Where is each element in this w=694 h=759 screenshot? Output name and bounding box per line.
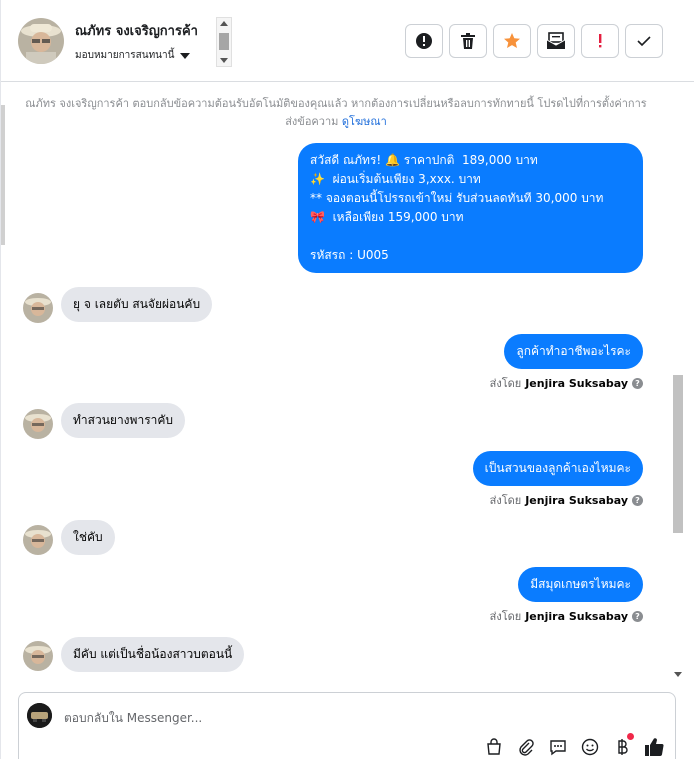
alert-circle-icon (416, 33, 432, 49)
help-icon[interactable]: ? (632, 494, 643, 506)
help-icon[interactable]: ? (632, 377, 643, 389)
conversation-actions (405, 24, 663, 58)
scroll-thumb[interactable] (673, 375, 683, 533)
contact-avatar-small (23, 293, 53, 323)
notification-dot (627, 733, 634, 740)
incoming-message: ใช่คับ (61, 520, 115, 555)
assign-label: มอบหมายการสนทนานี้ (75, 50, 175, 61)
scroll-down-arrow-icon[interactable] (674, 672, 682, 677)
help-icon[interactable]: ? (632, 610, 643, 622)
emoji-button[interactable] (580, 737, 600, 757)
saved-reply-icon (550, 740, 566, 756)
outgoing-message: ลูกค้าทำอาชีพอะไรคะ (504, 334, 643, 369)
exclamation-icon (599, 34, 602, 48)
reply-composer: ตอบกลับใน Messenger... (18, 692, 676, 759)
payment-baht-icon (618, 739, 628, 755)
outgoing-message: มีสมุดเกษตรไหมคะ (518, 567, 643, 602)
scroll-down-arrow-icon[interactable] (220, 58, 228, 63)
emoji-icon (581, 738, 599, 756)
scroll-up-arrow-icon[interactable] (220, 21, 228, 26)
trash-icon (461, 33, 475, 49)
paperclip-icon (519, 739, 534, 756)
mark-done-button[interactable] (625, 24, 663, 58)
envelope-icon (546, 32, 566, 49)
attach-button[interactable] (516, 737, 536, 757)
incoming-message: ยุ จ เลยตับ สนจัยผ่อนคับ (61, 287, 213, 322)
view-ad-link[interactable]: ดูโฆษณา (342, 115, 387, 128)
sent-by-prefix: ส่งโดย (489, 610, 522, 623)
sender-name: Jenjira Suksabay (525, 376, 628, 390)
reply-input[interactable]: ตอบกลับใน Messenger... (64, 709, 202, 728)
notice-text: ณภัทร จงเจริญการค้า ตอบกลับข้อความต้อนรั… (25, 97, 647, 128)
shop-bag-icon (487, 738, 501, 755)
shop-bag-button[interactable] (484, 737, 504, 757)
chevron-down-icon (180, 52, 191, 59)
message-thread[interactable]: ณภัทร จงเจริญการค้า ตอบกลับข้อความต้อนรั… (1, 83, 671, 683)
header-scrollbar[interactable] (216, 17, 232, 67)
sent-by-line: ส่งโดย Jenjira Suksabay ? (490, 374, 643, 392)
follow-up-button[interactable] (581, 24, 619, 58)
star-icon (504, 33, 520, 48)
delete-button[interactable] (449, 24, 487, 58)
spam-button[interactable] (405, 24, 443, 58)
contact-avatar[interactable] (18, 18, 64, 64)
like-button[interactable] (644, 737, 664, 757)
mark-unread-button[interactable] (537, 24, 575, 58)
thread-scrollbar[interactable] (670, 83, 686, 683)
payment-button[interactable] (612, 733, 634, 757)
contact-avatar-small (23, 525, 53, 555)
sender-name: Jenjira Suksabay (525, 609, 628, 623)
conversation-panel: ณภัทร จงเจริญการค้า มอบหมายการสนทนานี้ ณ… (0, 0, 694, 759)
composer-tools (484, 733, 664, 757)
sent-by-prefix: ส่งโดย (489, 377, 522, 390)
checkmark-icon (637, 36, 651, 47)
promo-message-bubble: สวัสดี ณภัทร! 🔔 ราคาปกติ 189,000 บาท ✨ ผ… (298, 143, 643, 273)
sender-name: Jenjira Suksabay (525, 493, 628, 507)
outgoing-message: เป็นสวนของลูกค้าเองไหมคะ (472, 451, 643, 486)
contact-avatar-small (23, 641, 53, 671)
sent-by-line: ส่งโดย Jenjira Suksabay ? (490, 491, 643, 509)
star-button[interactable] (493, 24, 531, 58)
sent-by-line: ส่งโดย Jenjira Suksabay ? (490, 607, 643, 625)
incoming-message: มีคับ แต่เป็นชื่อน้องสาวบตอนนี้ (61, 637, 245, 672)
contact-name: ณภัทร จงเจริญการค้า (75, 24, 198, 39)
sent-by-prefix: ส่งโดย (489, 494, 522, 507)
conversation-header: ณภัทร จงเจริญการค้า มอบหมายการสนทนานี้ (1, 0, 694, 82)
contact-avatar-small (23, 409, 53, 439)
thumbs-up-icon (645, 738, 664, 757)
assign-conversation-dropdown[interactable]: มอบหมายการสนทนานี้ (75, 48, 191, 63)
incoming-message: ทำสวนยางพาราคับ (61, 403, 186, 438)
auto-reply-notice: ณภัทร จงเจริญการค้า ตอบกลับข้อความต้อนรั… (21, 95, 651, 131)
page-avatar (27, 703, 52, 728)
saved-replies-button[interactable] (548, 737, 568, 757)
scroll-thumb[interactable] (219, 33, 229, 50)
